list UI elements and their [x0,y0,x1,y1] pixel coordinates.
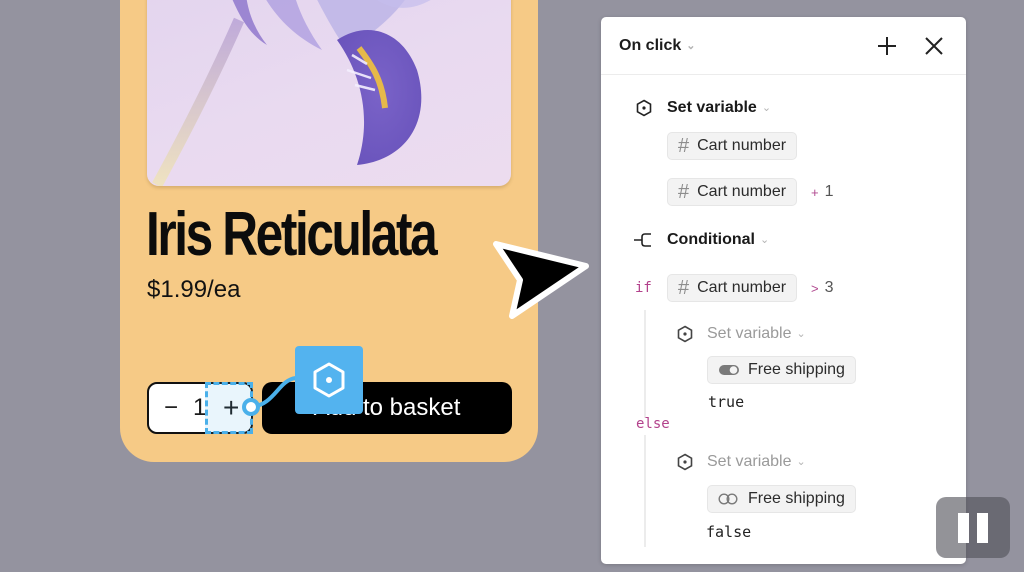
action-type-label: Conditional [667,231,755,248]
chevron-down-icon[interactable]: ⌄ [760,233,769,246]
action-conditional[interactable]: Conditional ⌄ [633,231,769,249]
trigger-label: On click [619,36,682,54]
chevron-down-icon[interactable]: ⌄ [797,455,806,468]
product-image [147,0,511,186]
variable-name: Free shipping [748,361,845,378]
product-title: Iris Reticulata [146,200,438,269]
action-type-label: Set variable [667,99,757,116]
action-type-label: Set variable [707,325,792,342]
toggle-on-icon [719,365,739,375]
then-set-variable[interactable]: Set variable ⌄ [676,325,806,343]
hexagon-dot-icon [677,453,693,471]
close-icon[interactable] [923,35,945,57]
if-keyword: if [635,280,652,296]
operator: + [811,184,819,200]
chevron-down-icon: ⌄ [686,39,696,52]
value-false[interactable]: false [706,523,751,541]
trigger-dropdown[interactable]: On click ⌄ [619,37,695,55]
action-type-label: Set variable [707,453,792,470]
else-branch-guide [644,435,646,547]
chevron-down-icon[interactable]: ⌄ [762,101,771,114]
pause-button[interactable] [936,497,1010,558]
variable-name: Cart number [697,137,787,154]
variable-pill[interactable]: Free shipping [707,485,856,513]
action-set-variable[interactable]: Set variable ⌄ [635,99,771,117]
variable-name: Free shipping [748,490,845,507]
operand-value[interactable]: 3 [825,279,834,297]
branch-icon [634,233,651,247]
operator: > [811,280,819,296]
pause-icon [977,512,988,543]
panel-header: On click ⌄ [601,17,966,75]
pause-icon [958,512,969,543]
iris-flower-illustration [152,0,431,186]
variable-name: Cart number [697,183,787,200]
variable-pill[interactable]: # Cart number [667,132,798,160]
variable-pill[interactable]: # Cart number [667,178,798,206]
else-keyword: else [636,416,670,432]
interaction-panel: On click ⌄ Set variable ⌄ # Cart number #… [601,17,966,564]
hexagon-dot-icon [313,362,345,398]
interaction-action-node[interactable] [295,346,363,414]
hexagon-dot-icon [636,99,652,117]
chevron-down-icon[interactable]: ⌄ [797,327,806,340]
hash-icon: # [678,276,690,299]
variable-name: Cart number [697,279,787,296]
product-price: $1.99/ea [147,276,241,303]
plus-icon[interactable] [876,35,898,57]
decrement-button[interactable]: − [161,394,181,422]
hash-icon: # [678,134,690,157]
toggle-off-icon [718,493,738,505]
variable-pill[interactable]: # Cart number [667,274,798,302]
hash-icon: # [678,180,690,203]
selection-outline [205,382,253,434]
value-true[interactable]: true [708,393,744,411]
cursor-arrow-icon [493,241,589,319]
else-set-variable[interactable]: Set variable ⌄ [676,453,806,471]
if-branch-guide [644,310,646,418]
variable-pill[interactable]: Free shipping [707,356,856,384]
operand-value[interactable]: 1 [825,183,834,201]
hexagon-dot-icon [677,325,693,343]
